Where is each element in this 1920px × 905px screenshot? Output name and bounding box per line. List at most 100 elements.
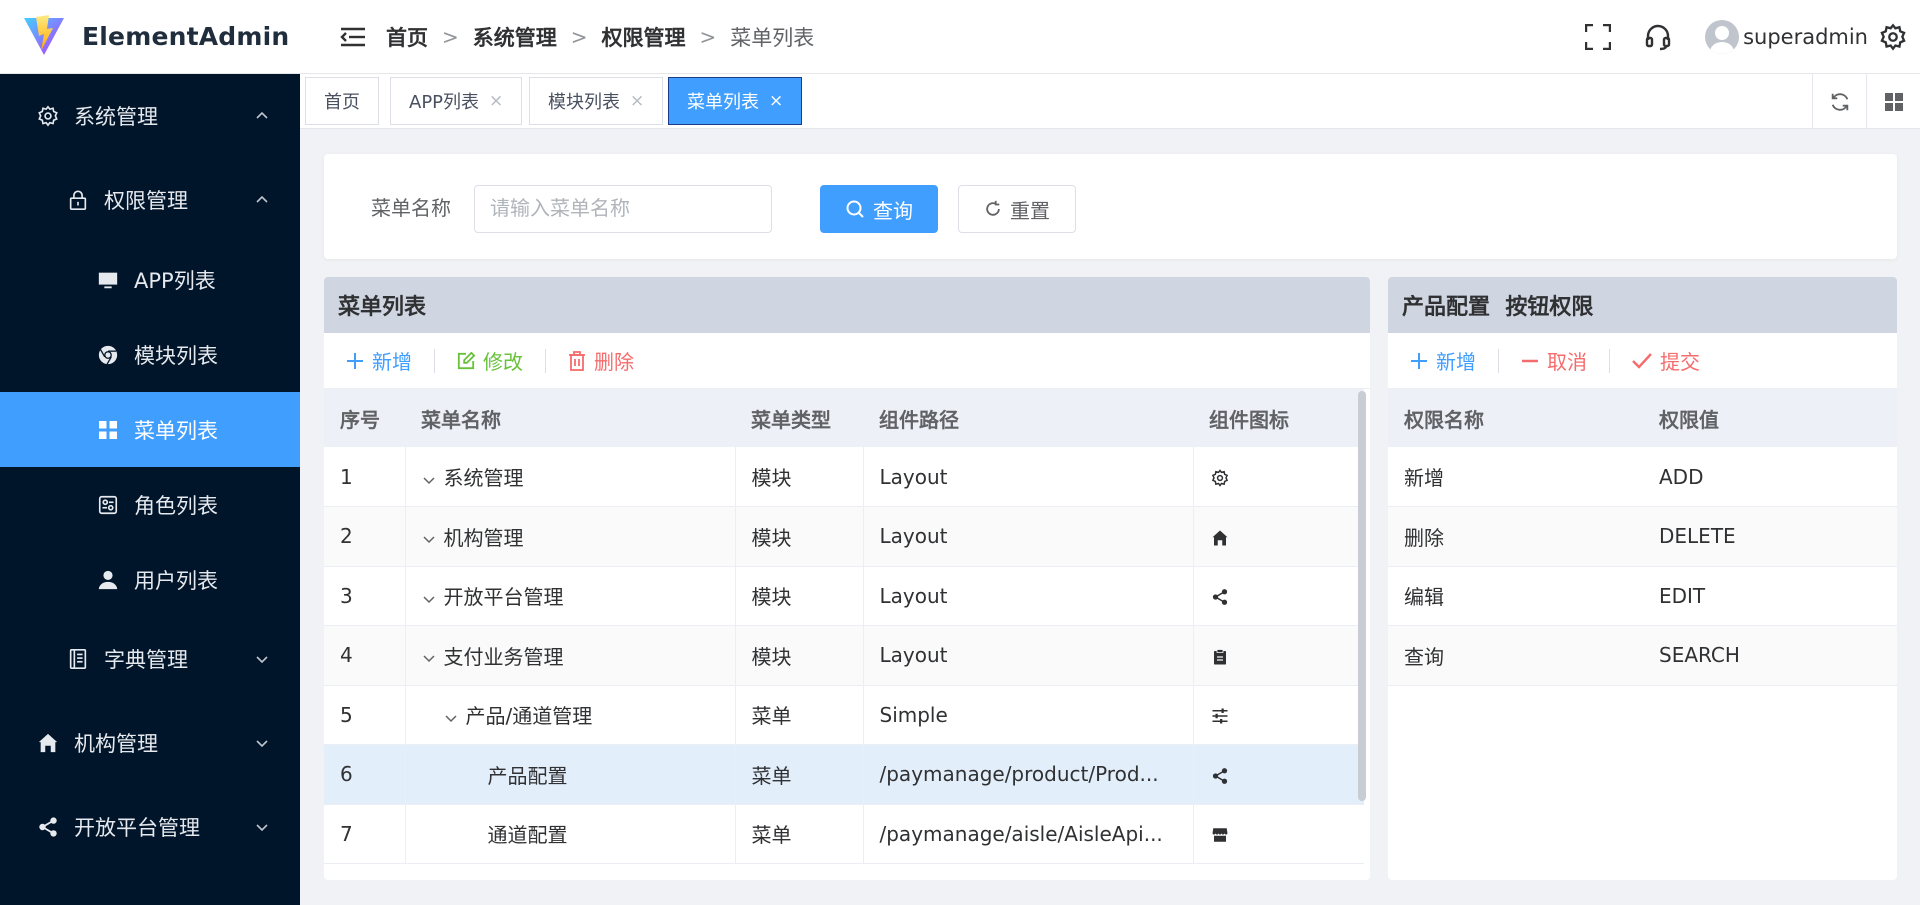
- tab-label: 首页: [324, 92, 360, 113]
- settings-gear-icon[interactable]: [1878, 22, 1908, 52]
- expand-arrow-icon[interactable]: [422, 651, 436, 665]
- menu-fold-icon[interactable]: [340, 24, 366, 50]
- expand-arrow-icon[interactable]: [444, 711, 458, 725]
- table-row[interactable]: 编辑 EDIT: [1388, 566, 1897, 626]
- chevron-down-icon: [256, 656, 268, 664]
- panel-title: 菜单列表: [324, 277, 1370, 333]
- add-label: 新增: [372, 350, 412, 374]
- submit-button[interactable]: 提交: [1610, 346, 1722, 375]
- submit-label: 提交: [1660, 350, 1700, 374]
- expand-arrow-icon[interactable]: [422, 532, 436, 546]
- tab-home[interactable]: 首页: [305, 77, 379, 125]
- add-menu-button[interactable]: 新增: [324, 346, 434, 375]
- cell-name: 系统管理: [405, 447, 736, 507]
- breadcrumb-item-home[interactable]: 首页: [386, 22, 428, 52]
- table-row[interactable]: 1 系统管理 模块 Layout: [324, 447, 1364, 507]
- menu-name-input[interactable]: [474, 185, 772, 233]
- panel-title: 产品配置 按钮权限: [1388, 277, 1897, 333]
- sidebar-item-app-list[interactable]: APP列表: [0, 242, 300, 317]
- sidebar-item-user-list[interactable]: 用户列表: [0, 542, 300, 617]
- check-icon: [1632, 352, 1652, 369]
- expand-arrow-icon[interactable]: [422, 592, 436, 606]
- cell-icon: [1193, 566, 1364, 626]
- headset-icon[interactable]: [1643, 22, 1673, 52]
- table-row[interactable]: 2 机构管理 模块 Layout: [324, 506, 1364, 567]
- sidebar-item-menu-list[interactable]: 菜单列表: [0, 392, 300, 467]
- sidebar-item-permission[interactable]: 权限管理: [0, 158, 300, 242]
- search-form: 菜单名称 查询 重置: [324, 154, 1897, 259]
- sidebar-item-label: 系统管理: [74, 105, 158, 129]
- menu-name: 系统管理: [443, 466, 524, 490]
- sidebar-item-label: APP列表: [134, 268, 216, 293]
- book-icon: [66, 647, 90, 671]
- refresh-icon[interactable]: [1812, 74, 1866, 129]
- cell-icon: [1193, 685, 1364, 745]
- sidebar-item-role-list[interactable]: 角色列表: [0, 467, 300, 542]
- cell-path: Layout: [863, 625, 1194, 686]
- cell-path: /paymanage/product/Prod...: [863, 744, 1194, 805]
- breadcrumb: 首页 > 系统管理 > 权限管理 > 菜单列表: [386, 22, 814, 52]
- tab-app-list[interactable]: APP列表 ×: [390, 77, 523, 125]
- table-row[interactable]: 查询 SEARCH: [1388, 625, 1897, 686]
- trash-icon: [569, 350, 585, 371]
- chevron-up-icon: [256, 195, 268, 203]
- grid-icon: [96, 418, 120, 442]
- gear-icon: [1210, 468, 1230, 488]
- sidebar-item-organization[interactable]: 机构管理: [0, 701, 300, 785]
- table-scrollbar[interactable]: [1358, 391, 1366, 801]
- table-row[interactable]: 4 支付业务管理 模块 Layout: [324, 625, 1364, 686]
- menu-name: 开放平台管理: [443, 585, 564, 610]
- table-header-row: 序号 菜单名称 菜单类型 组件路径 组件图标: [324, 389, 1364, 447]
- fullscreen-icon[interactable]: [1583, 22, 1613, 52]
- table-row[interactable]: 新增 ADD: [1388, 447, 1897, 507]
- sidebar-item-module-list[interactable]: 模块列表: [0, 317, 300, 392]
- cancel-button[interactable]: 取消: [1499, 346, 1609, 375]
- share-icon: [1210, 766, 1230, 786]
- column-header: 权限名称: [1388, 389, 1643, 447]
- tab-module-list[interactable]: 模块列表 ×: [529, 77, 664, 125]
- monitor-icon: [96, 268, 120, 292]
- add-label: 新增: [1436, 350, 1476, 374]
- menu-toolbar: 新增 修改 删除: [324, 333, 1370, 389]
- tab-menu-list[interactable]: 菜单列表 ×: [668, 77, 803, 125]
- user-menu[interactable]: superadmin: [1705, 20, 1868, 54]
- cell-icon: [1193, 744, 1364, 805]
- sidebar-item-label: 模块列表: [134, 343, 218, 368]
- close-icon[interactable]: ×: [769, 91, 783, 111]
- sidebar-item-label: 机构管理: [74, 732, 158, 756]
- delete-menu-button[interactable]: 删除: [546, 346, 656, 375]
- column-header: 组件图标: [1193, 389, 1364, 447]
- grid-menu-icon[interactable]: [1866, 74, 1920, 129]
- sidebar-item-dictionary[interactable]: 字典管理: [0, 617, 300, 701]
- breadcrumb-item-system[interactable]: 系统管理: [473, 22, 557, 52]
- close-icon[interactable]: ×: [489, 91, 503, 111]
- logo[interactable]: ElementAdmin: [0, 0, 300, 74]
- sidebar-item-system[interactable]: 系统管理: [0, 74, 300, 158]
- cell-index: 2: [324, 506, 406, 567]
- sidebar-item-label: 角色列表: [134, 493, 218, 518]
- close-icon[interactable]: ×: [630, 91, 644, 111]
- table-row[interactable]: 5 产品/通道管理 菜单 Simple: [324, 685, 1364, 745]
- table-header-row: 权限名称 权限值: [1388, 389, 1897, 447]
- cell-path: Layout: [863, 506, 1194, 567]
- menu-list-panel: 菜单列表 新增 修改 删除 序号 菜单名称 菜单类型 组件路径 组件图标 1 系…: [324, 277, 1370, 880]
- cell-type: 菜单: [735, 804, 864, 864]
- breadcrumb-item-permission[interactable]: 权限管理: [602, 22, 686, 52]
- cell-type: 菜单: [735, 685, 864, 745]
- expand-arrow-icon[interactable]: [422, 473, 436, 487]
- table-row[interactable]: 6 产品配置 菜单 /paymanage/product/Prod...: [324, 744, 1364, 805]
- tags-view: 首页 APP列表 × 模块列表 × 菜单列表 ×: [300, 74, 1920, 129]
- table-row[interactable]: 删除 DELETE: [1388, 506, 1897, 567]
- table-row[interactable]: 7 通道配置 菜单 /paymanage/aisle/AisleApi...: [324, 804, 1364, 864]
- cell-name: 支付业务管理: [405, 625, 736, 686]
- add-permission-button[interactable]: 新增: [1388, 346, 1498, 375]
- table-row[interactable]: 3 开放平台管理 模块 Layout: [324, 566, 1364, 626]
- chevron-down-icon: [256, 824, 268, 832]
- permission-toolbar: 新增 取消 提交: [1388, 333, 1897, 389]
- cell-permission-value: DELETE: [1643, 506, 1897, 567]
- reset-button[interactable]: 重置: [958, 185, 1076, 233]
- sidebar-item-open-platform[interactable]: 开放平台管理: [0, 785, 300, 869]
- edit-menu-button[interactable]: 修改: [435, 346, 545, 375]
- home-icon: [1210, 528, 1230, 548]
- query-button[interactable]: 查询: [820, 185, 938, 233]
